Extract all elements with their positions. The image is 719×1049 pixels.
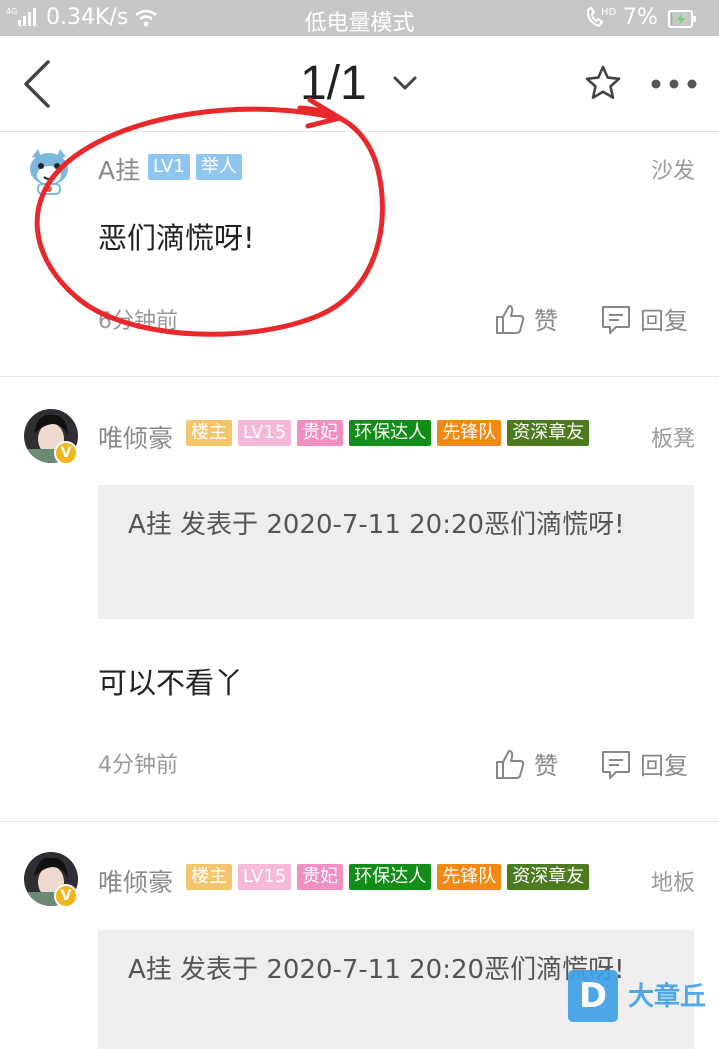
badge-honor: 先锋队 (437, 420, 502, 446)
username[interactable]: A挂 (98, 151, 140, 187)
back-icon[interactable] (20, 58, 54, 110)
thumbs-up-icon (496, 304, 525, 334)
badge-honor: 资深章友 (507, 420, 590, 446)
like-label: 赞 (534, 752, 558, 780)
cat-avatar-icon (30, 149, 68, 195)
reply-label: 回复 (640, 307, 688, 335)
watermark-logo: D (568, 970, 618, 1022)
badge-title: 举人 (195, 154, 242, 180)
badge-honor: 环保达人 (349, 420, 432, 446)
reply-label: 回复 (640, 752, 688, 780)
like-label: 赞 (534, 307, 558, 335)
comment-text: 恶们滴慌呀! (98, 221, 255, 255)
comment-post: V 唯倾豪 楼主 LV15 贵妃 环保达人 先锋队 资深章友 板凳 A挂 发表于… (0, 377, 719, 821)
badge-honor: 环保达人 (349, 864, 432, 890)
badge-title: 贵妃 (297, 420, 344, 446)
chevron-down-icon[interactable] (392, 74, 418, 92)
badge-louzhu: 楼主 (186, 420, 232, 446)
user-badges: 楼主 LV15 贵妃 环保达人 先锋队 资深章友 (186, 420, 590, 446)
reply-button[interactable]: 回复 (600, 301, 688, 336)
avatar[interactable]: V (24, 852, 78, 908)
hd-call-icon: HD (584, 4, 618, 36)
battery-percent: 7% (623, 5, 658, 30)
status-bar: 4G 0.34K/s 低电量模式 HD 7% (0, 0, 719, 36)
more-icon[interactable] (650, 79, 698, 89)
quoted-comment[interactable]: A挂 发表于 2020-7-11 20:20恶们滴慌呀! (98, 485, 694, 619)
post-time: 6分钟前 (98, 309, 178, 334)
watermark-text: 大章丘 (628, 982, 707, 1012)
page-indicator[interactable]: 1/1 (300, 56, 367, 111)
badge-honor: 资深章友 (507, 864, 590, 890)
floor-label: 沙发 (650, 159, 695, 184)
battery-icon (668, 9, 696, 34)
thumbs-up-icon (496, 749, 525, 779)
floor-label: 板凳 (650, 427, 695, 452)
avatar[interactable]: V (24, 409, 78, 465)
comment-icon (602, 305, 630, 334)
top-nav-bar: 1/1 (0, 36, 719, 132)
username[interactable]: 唯倾豪 (98, 863, 173, 899)
avatar[interactable] (26, 147, 80, 201)
star-icon[interactable] (584, 64, 622, 102)
like-button[interactable]: 赞 (494, 746, 558, 781)
post-time: 4分钟前 (98, 753, 178, 778)
vip-badge-icon: V (54, 884, 78, 908)
badge-level: LV15 (238, 864, 292, 890)
badge-honor: 先锋队 (437, 864, 502, 890)
badge-level: LV1 (148, 154, 190, 180)
svg-text:HD: HD (601, 7, 617, 18)
username[interactable]: 唯倾豪 (98, 419, 173, 455)
badge-level: LV15 (238, 420, 292, 446)
like-button[interactable]: 赞 (494, 301, 558, 336)
comment-icon (602, 750, 630, 779)
vip-badge-icon: V (54, 441, 78, 465)
user-badges: 楼主 LV15 贵妃 环保达人 先锋队 资深章友 (186, 864, 590, 890)
user-badges: LV1 举人 (148, 154, 242, 180)
badge-title: 贵妃 (297, 864, 344, 890)
watermark: D 大章丘 (568, 966, 714, 1026)
reply-button[interactable]: 回复 (600, 746, 688, 781)
comment-post: A挂 LV1 举人 沙发 恶们滴慌呀! 6分钟前 赞 回复 (0, 133, 719, 376)
badge-louzhu: 楼主 (186, 864, 232, 890)
comment-text: 可以不看丫 (98, 666, 244, 700)
floor-label: 地板 (650, 871, 695, 896)
